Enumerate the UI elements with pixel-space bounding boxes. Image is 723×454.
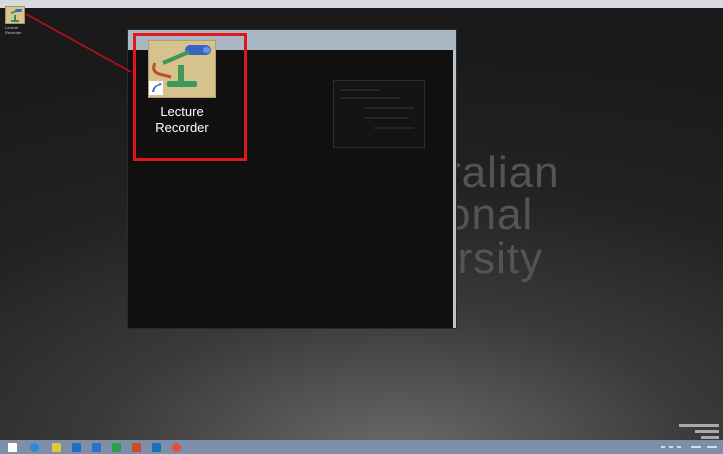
taskbar-ie[interactable]: [30, 443, 39, 452]
folder-icon: [52, 443, 61, 452]
app-icon: [152, 443, 161, 452]
start-button[interactable]: [8, 443, 17, 452]
taskbar-powerpoint[interactable]: [132, 443, 141, 452]
taskbar-chrome[interactable]: [172, 443, 181, 452]
word-icon: [92, 443, 101, 452]
chrome-icon: [172, 443, 181, 452]
taskbar-app[interactable]: [152, 443, 161, 452]
powerpoint-icon: [132, 443, 141, 452]
taskbar-explorer[interactable]: [52, 443, 61, 452]
internet-explorer-icon: [30, 443, 39, 452]
windows-watermark: [679, 424, 719, 439]
taskbar-word[interactable]: [92, 443, 101, 452]
annotation-overlay: [25, 13, 132, 73]
taskbar: [0, 440, 723, 454]
pointer-arrow: [25, 13, 132, 73]
excel-icon: [112, 443, 121, 452]
taskbar-outlook[interactable]: [72, 443, 81, 452]
outlook-icon: [72, 443, 81, 452]
taskbar-excel[interactable]: [112, 443, 121, 452]
system-tray[interactable]: [657, 442, 719, 452]
windows-logo-icon: [8, 443, 17, 452]
